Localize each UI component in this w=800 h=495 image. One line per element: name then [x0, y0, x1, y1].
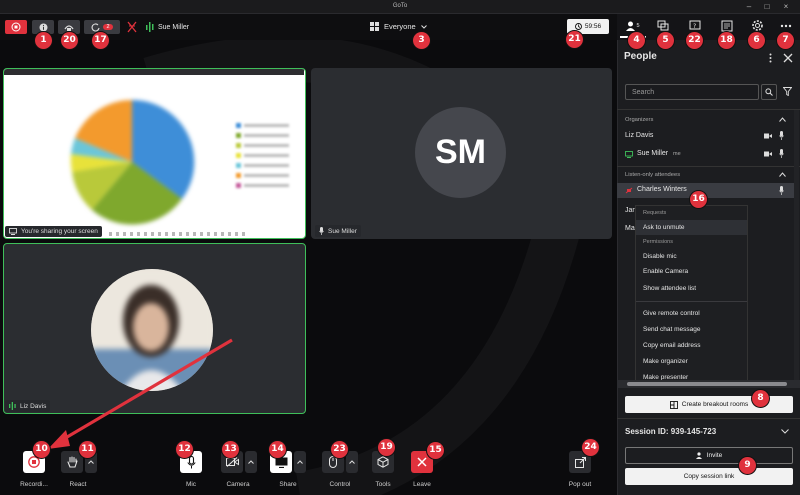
annotation-badge: 8: [752, 390, 769, 407]
annotation-badge: 24: [582, 439, 599, 456]
annotation-badge: 20: [61, 32, 78, 49]
annotation-badge: 18: [718, 32, 735, 49]
annotation-badge: 12: [176, 441, 193, 458]
annotation-badge: 10: [33, 441, 50, 458]
annotation-badge: 14: [269, 441, 286, 458]
annotation-badge: 22: [686, 32, 703, 49]
annotation-badge: 17: [92, 32, 109, 49]
annotation-arrow: [48, 338, 233, 449]
annotation-badge: 6: [748, 32, 765, 49]
annotation-badge: 7: [777, 32, 794, 49]
annotation-badge: 4: [628, 32, 645, 49]
annotation-badge: 5: [657, 32, 674, 49]
annotation-badge: 21: [566, 31, 583, 48]
annotation-badge: 15: [427, 442, 444, 459]
annotation-badge: 23: [331, 441, 348, 458]
annotation-badge: 11: [79, 441, 96, 458]
annotation-badge: 16: [690, 191, 707, 208]
annotation-badge: 19: [378, 439, 395, 456]
annotation-badge: 9: [739, 457, 756, 474]
annotation-badge: 1: [35, 32, 52, 49]
annotation-badge: 3: [413, 32, 430, 49]
annotation-badge: 13: [222, 441, 239, 458]
